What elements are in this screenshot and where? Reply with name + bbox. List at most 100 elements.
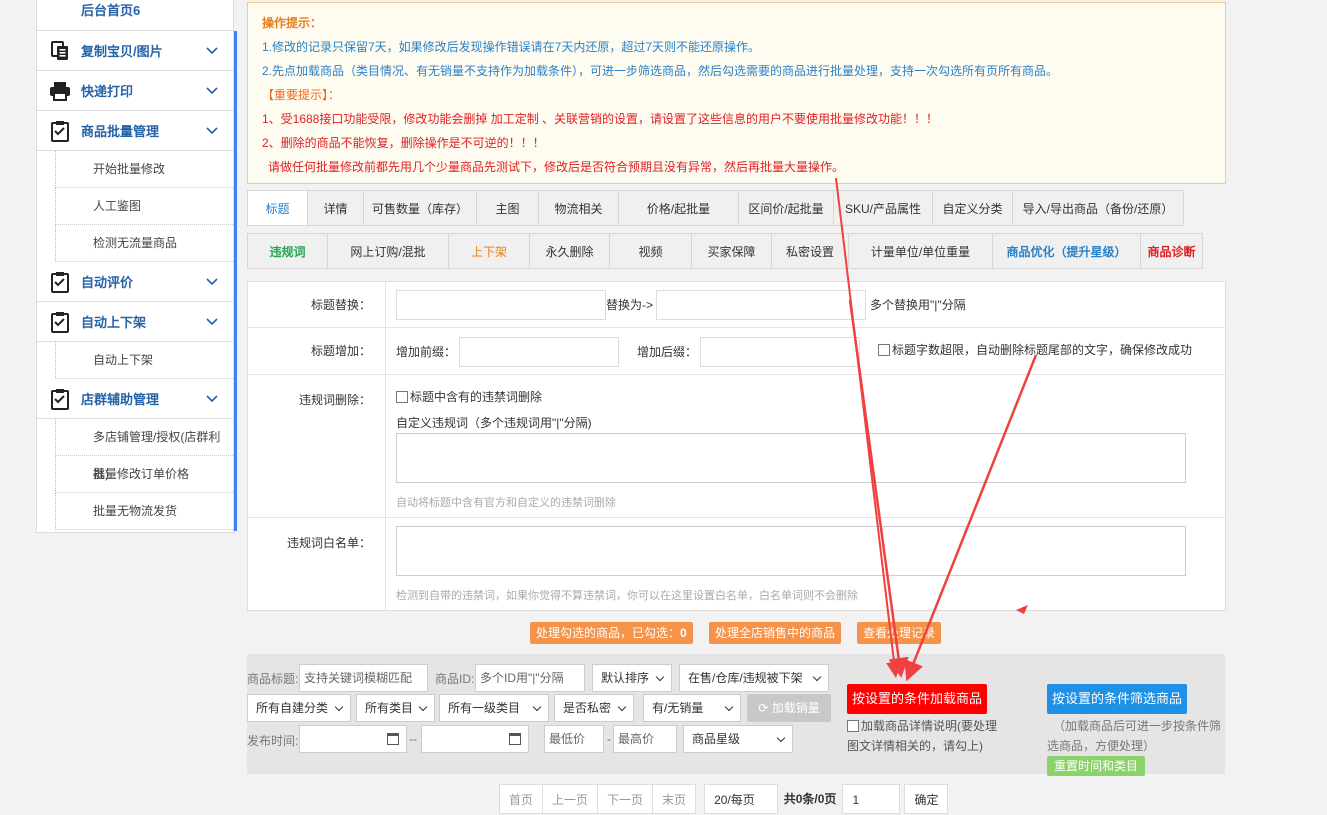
page-total: 共0条/0页 — [783, 792, 837, 806]
reset-button[interactable]: 重置时间和类目 — [1047, 756, 1145, 776]
tab-private[interactable]: 私密设置 — [772, 233, 849, 269]
sidebar-group-label: 店群辅助管理 — [81, 392, 160, 407]
tab-import-export[interactable]: 导入/导出商品（备份/还原） — [1013, 190, 1184, 226]
sidebar-subitem[interactable]: 自动上下架 — [55, 342, 233, 379]
active-bar — [234, 262, 237, 302]
first-category-select[interactable]: 所有一级类目 — [439, 694, 549, 722]
per-page-select[interactable]: 20/每页 — [704, 784, 778, 814]
clipboard-icon — [49, 311, 71, 333]
tab-violation-words[interactable]: 违规词 — [247, 233, 328, 269]
sidebar-group-copy[interactable]: 复制宝贝/图片 — [37, 31, 237, 71]
sidebar-group-review[interactable]: 自动评价 — [37, 262, 237, 302]
category-select[interactable]: 所有类目 — [356, 694, 435, 722]
tab-video[interactable]: 视频 — [610, 233, 692, 269]
form-label: 违规词白名单： — [248, 518, 386, 611]
pagination: 首页 上一页 下一页 末页 20/每页 共0条/0页 1 确定 — [499, 784, 949, 814]
chevron-down-icon — [206, 318, 218, 326]
custom-category-select[interactable]: 所有自建分类 — [247, 694, 351, 722]
clipboard-icon — [49, 388, 71, 410]
private-select[interactable]: 是否私密 — [554, 694, 634, 722]
suffix-input[interactable] — [700, 337, 860, 367]
tab-stock[interactable]: 可售数量（库存） — [364, 190, 477, 226]
calendar-icon[interactable] — [387, 733, 399, 745]
sales-select[interactable]: 有/无销量 — [643, 694, 741, 722]
load-products-button[interactable]: 按设置的条件加载商品 — [847, 684, 987, 714]
tab-delete[interactable]: 永久删除 — [530, 233, 610, 269]
sidebar-group-batch[interactable]: 商品批量管理 — [37, 111, 237, 263]
sidebar-subitem[interactable]: 多店铺管理/授权(店群利器) — [55, 419, 233, 481]
detail-checkbox-row[interactable]: 加载商品详情说明(要处理图文详情相关的，请勾上) — [847, 716, 1007, 756]
violation-checkbox-row[interactable]: 标题中含有的违禁词删除 — [396, 388, 542, 405]
filter-panel: 商品标题: 支持关键词模糊匹配 商品ID: 多个ID用"|"分隔 默认排序 在售… — [247, 654, 1225, 776]
form-row-add: 标题增加： 增加前缀： 增加后缀： 标题字数超限，自动删除标题尾部的文字，确保修… — [248, 328, 1225, 375]
sidebar-subitem[interactable]: 人工鉴图 — [55, 188, 233, 225]
whitelist-textarea[interactable] — [396, 526, 1186, 576]
tab-range-price[interactable]: 区间价/起批量 — [739, 190, 834, 226]
load-sales-button[interactable]: ⟳ 加载销量 — [747, 694, 831, 722]
overflow-checkbox-row[interactable]: 标题字数超限，自动删除标题尾部的文字，确保修改成功 — [878, 341, 1192, 358]
calendar-icon[interactable] — [509, 733, 521, 745]
sidebar-group-stores[interactable]: 店群辅助管理 — [37, 379, 237, 531]
clipboard-icon — [49, 271, 71, 293]
tab-shelf[interactable]: 上下架 — [449, 233, 530, 269]
max-price-input[interactable]: 最高价 — [613, 725, 677, 753]
tab-diagnose[interactable]: 商品诊断 — [1141, 233, 1203, 269]
custom-words-label: 自定义违规词（多个违规词用"|"分隔) — [396, 416, 592, 430]
active-bar — [234, 111, 237, 263]
tab-sku[interactable]: SKU/产品属性 — [834, 190, 933, 226]
status-select[interactable]: 在售/仓库/违规被下架 — [679, 664, 829, 692]
title-filter-input[interactable]: 支持关键词模糊匹配 — [299, 664, 428, 692]
copy-icon — [49, 40, 71, 62]
tab-custom-category[interactable]: 自定义分类 — [933, 190, 1013, 226]
sidebar-subitem[interactable]: 开始批量修改 — [55, 151, 233, 188]
printer-icon — [49, 80, 71, 102]
first-page-button[interactable]: 首页 — [499, 784, 544, 814]
prefix-label: 增加前缀： — [396, 345, 457, 359]
overflow-checkbox[interactable] — [878, 344, 890, 356]
id-filter-input[interactable]: 多个ID用"|"分隔 — [475, 664, 585, 692]
view-log-button[interactable]: 查看处理记录 — [857, 622, 942, 644]
page-number-input[interactable]: 1 — [842, 784, 901, 814]
prev-page-button[interactable]: 上一页 — [543, 784, 599, 814]
tab-buyer-protection[interactable]: 买家保障 — [692, 233, 772, 269]
replace-to-input[interactable] — [656, 290, 866, 320]
last-page-button[interactable]: 末页 — [653, 784, 697, 814]
sort-select[interactable]: 默认排序 — [592, 664, 672, 692]
violation-checkbox[interactable] — [396, 391, 408, 403]
confirm-page-button[interactable]: 确定 — [904, 784, 949, 814]
replace-from-input[interactable] — [396, 290, 606, 320]
process-selected-button[interactable]: 处理勾选的商品，已勾选：0 — [530, 622, 693, 644]
sidebar-subitem[interactable]: 批量修改订单价格 — [55, 456, 233, 493]
prefix-input[interactable] — [459, 337, 619, 367]
tab-online-order[interactable]: 网上订购/混批 — [328, 233, 449, 269]
tab-logistics[interactable]: 物流相关 — [539, 190, 619, 226]
sidebar-group-print[interactable]: 快递打印 — [37, 71, 237, 111]
tab-title[interactable]: 标题 — [247, 190, 308, 226]
tips-title: 操作提示： — [262, 16, 323, 30]
star-select[interactable]: 商品星级 — [683, 725, 793, 753]
next-page-button[interactable]: 下一页 — [598, 784, 654, 814]
sidebar-group-label: 自动评价 — [81, 275, 134, 290]
tab-detail[interactable]: 详情 — [308, 190, 364, 226]
detail-checkbox[interactable] — [847, 720, 859, 732]
suffix-label: 增加后缀： — [637, 345, 698, 359]
sidebar-group-shelf[interactable]: 自动上下架 — [37, 302, 237, 380]
title-filter-label: 商品标题: — [247, 672, 299, 686]
filter-products-button[interactable]: 按设置的条件筛选商品 — [1047, 684, 1187, 714]
tab-unit[interactable]: 计量单位/单位重量 — [849, 233, 993, 269]
tips-line: 2.先点加载商品（类目情况、有无销量不支持作为加载条件），可进一步筛选商品，然后… — [262, 64, 1059, 78]
min-price-input[interactable]: 最低价 — [544, 725, 604, 753]
refresh-icon: ⟳ — [758, 701, 772, 715]
tab-price[interactable]: 价格/起批量 — [619, 190, 739, 226]
chevron-down-icon — [206, 278, 218, 286]
sidebar-subitem[interactable]: 批量无物流发货 — [55, 493, 233, 530]
tab-optimize[interactable]: 商品优化（提升星级） — [993, 233, 1141, 269]
violation-checkbox-label: 标题中含有的违禁词删除 — [410, 390, 543, 404]
tab-main-image[interactable]: 主图 — [477, 190, 539, 226]
sidebar-item-home[interactable]: 后台首页6 — [37, 0, 233, 31]
custom-words-textarea[interactable] — [396, 433, 1186, 483]
process-all-button[interactable]: 处理全店销售中的商品 — [709, 622, 842, 644]
whitelist-hint: 检测到自带的违禁词，如果你觉得不算违禁词，你可以在这里设置白名单，白名单词则不会… — [396, 590, 858, 602]
id-filter-label: 商品ID: — [435, 672, 475, 686]
sidebar-subitem[interactable]: 检测无流量商品 — [55, 225, 233, 262]
